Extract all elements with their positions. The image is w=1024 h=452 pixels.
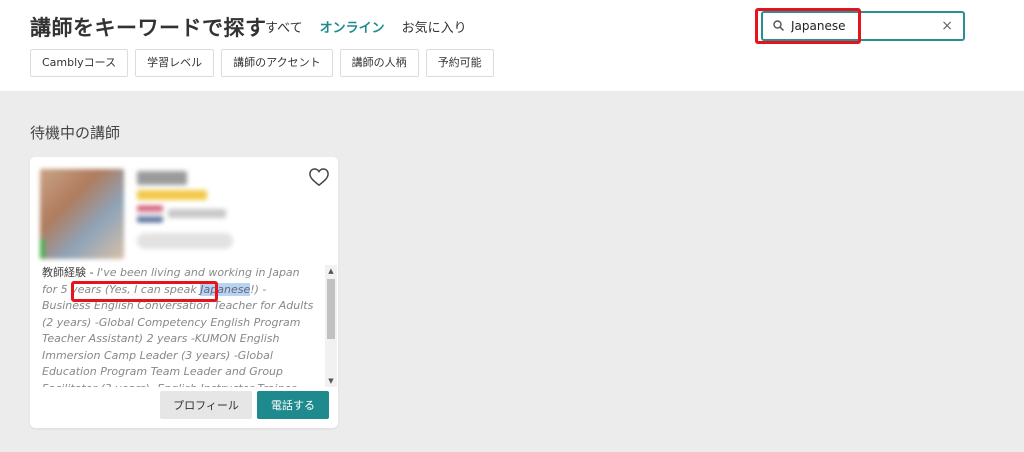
rating-stars-blurred xyxy=(137,190,207,200)
online-indicator xyxy=(40,239,45,259)
filter-tabs: すべて オンライン お気に入り xyxy=(265,17,484,36)
tutor-name-blurred xyxy=(137,171,187,185)
tab-online[interactable]: オンライン xyxy=(320,17,385,36)
filter-bar: Camblyコース 学習レベル 講師のアクセント 講師の人柄 予約可能 xyxy=(30,49,501,77)
avatar[interactable] xyxy=(40,169,124,259)
bio-text: 教師経験 - I've been living and working in J… xyxy=(42,265,314,387)
filter-personality[interactable]: 講師の人柄 xyxy=(339,49,419,77)
flag-icon xyxy=(137,206,163,222)
heart-icon[interactable] xyxy=(308,167,330,187)
bio-paren-close: !) xyxy=(250,282,259,296)
scroll-down-icon[interactable]: ▼ xyxy=(325,375,337,387)
scroll-thumb[interactable] xyxy=(327,279,335,339)
bio-keyword-highlight: Japanese xyxy=(200,282,251,296)
tutor-card: 教師経験 - I've been living and working in J… xyxy=(30,157,338,428)
page-title: 講師をキーワードで探す xyxy=(30,16,267,40)
bio-paren-open: (Yes, I can speak xyxy=(104,282,201,296)
profile-button[interactable]: プロフィール xyxy=(160,391,252,419)
call-button[interactable]: 電話する xyxy=(257,391,329,419)
search-icon xyxy=(773,20,785,32)
tag-blurred xyxy=(137,233,233,249)
bio-scrollbar[interactable]: ▲ ▼ xyxy=(325,265,337,387)
filter-available[interactable]: 予約可能 xyxy=(425,49,494,77)
bio-rest: -Business English Conversation Teacher f… xyxy=(42,282,314,388)
section-title: 待機中の講師 xyxy=(30,124,121,142)
filter-cambly-course[interactable]: Camblyコース xyxy=(30,49,129,77)
search-box[interactable]: × xyxy=(761,11,965,41)
scroll-up-icon[interactable]: ▲ xyxy=(325,265,337,277)
bio-scroll-area[interactable]: 教師経験 - I've been living and working in J… xyxy=(42,265,338,387)
country-blurred xyxy=(168,209,226,218)
search-input[interactable] xyxy=(791,17,931,35)
tab-all[interactable]: すべて xyxy=(265,17,303,36)
header: 講師をキーワードで探す すべて オンライン お気に入り × Camblyコース … xyxy=(0,0,1024,91)
tab-favorites[interactable]: お気に入り xyxy=(402,17,467,36)
filter-accent[interactable]: 講師のアクセント xyxy=(221,49,333,77)
filter-level[interactable]: 学習レベル xyxy=(135,49,215,77)
bio-label: 教師経験 - xyxy=(42,266,97,279)
clear-icon[interactable]: × xyxy=(941,17,953,35)
